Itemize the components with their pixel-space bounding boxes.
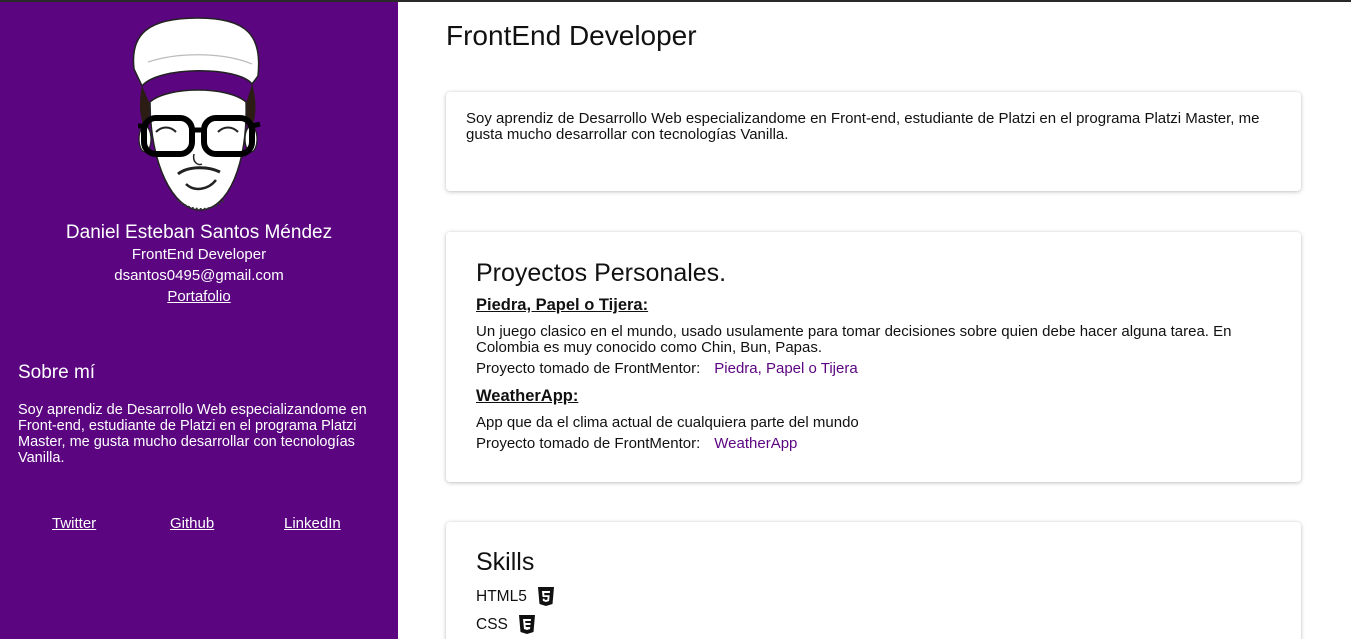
project-source-label: Proyecto tomado de FrontMentor: [476,360,701,377]
profile-email: dsantos0495@gmail.com [114,267,284,284]
projects-card: Proyectos Personales. Piedra, Papel o Ti… [446,232,1301,482]
twitter-link[interactable]: Twitter [52,515,96,532]
skills-title: Skills [476,548,535,576]
github-link[interactable]: Github [170,515,214,532]
intro-text: Soy aprendiz de Desarrollo Web especiali… [466,110,1260,143]
social-twitter: Twitter [52,515,96,532]
project-description: App que da el clima actual de cualquiera… [476,414,859,431]
portfolio-link[interactable]: Portafolio [167,288,230,305]
project-link[interactable]: WeatherApp [714,435,797,452]
project-title: WeatherApp: [476,387,579,405]
about-title: Sobre mí [18,362,96,383]
project-link[interactable]: Piedra, Papel o Tijera [714,360,857,377]
skills-card: Skills HTML5 CSS [446,522,1301,639]
sidebar: Daniel Esteban Santos Méndez FrontEnd De… [0,2,398,639]
page-title: FrontEnd Developer [446,20,697,51]
project-description: Un juego clasico en el mundo, usado usul… [476,323,1232,356]
project-source-label: Proyecto tomado de FrontMentor: [476,435,701,452]
about-text: Soy aprendiz de Desarrollo Web especiali… [18,402,367,466]
projects-title: Proyectos Personales. [476,259,727,287]
linkedin-link[interactable]: LinkedIn [284,515,341,532]
social-linkedin: LinkedIn [284,515,341,532]
portfolio-link-wrapper: Portafolio [0,288,398,305]
project-source: Proyecto tomado de FrontMentor: WeatherAp… [476,435,797,452]
profile-role: FrontEnd Developer [131,246,267,263]
project-title: Piedra, Papel o Tijera: [476,296,649,314]
css3-icon [518,615,535,634]
skill-item: HTML5 [476,586,555,607]
project-source: Proyecto tomado de FrontMentor: Piedra, P… [476,360,858,377]
social-github: Github [170,515,214,532]
profile-name: Daniel Esteban Santos Méndez [65,222,333,243]
avatar [132,17,261,211]
skill-item: CSS [476,614,536,635]
skill-label: CSS [476,615,508,633]
intro-card: Soy aprendiz de Desarrollo Web especiali… [446,92,1301,191]
html5-icon [537,587,554,606]
skill-label: HTML5 [476,587,527,605]
